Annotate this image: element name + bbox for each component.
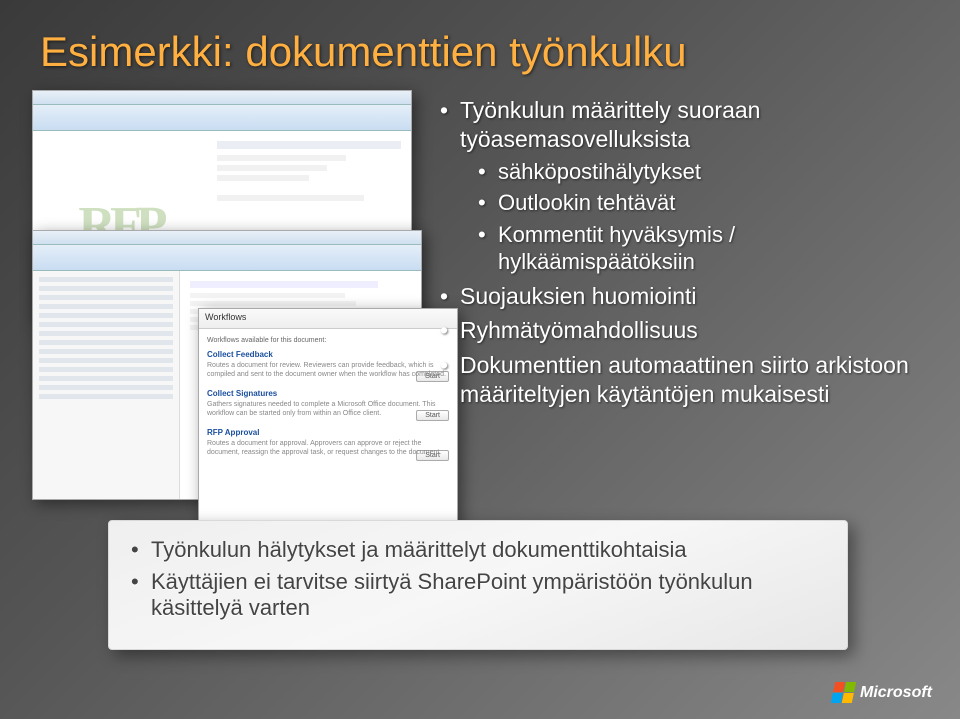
screenshot-stack: RFP	[32, 90, 432, 490]
bullet-1: Työnkulun määrittely suoraan työasemasov…	[440, 96, 920, 276]
wf-collect-signatures-title: Collect Signatures	[207, 389, 449, 398]
microsoft-logo: Microsoft	[833, 682, 932, 703]
callout-bullet-1: Työnkulun hälytykset ja määrittelyt doku…	[131, 537, 825, 563]
screenshot-workflow-dialog: Workflows Workflows available for this d…	[198, 308, 458, 538]
nav-pane	[33, 271, 180, 499]
wf-collect-feedback-desc: Routes a document for review. Reviewers …	[207, 361, 449, 379]
slide-title: Esimerkki: dokumenttien työnkulku	[40, 28, 920, 76]
wf-collect-signatures-desc: Gathers signatures needed to complete a …	[207, 400, 449, 418]
bullet-2: Suojauksien huomiointi	[440, 282, 920, 311]
bullet-1c: Kommentit hyväksymis / hylkäämispäätöksi…	[460, 221, 920, 276]
wf-rfp-approval-title: RFP Approval	[207, 428, 449, 437]
window-titlebar	[33, 91, 411, 105]
window-titlebar-2	[33, 231, 421, 245]
microsoft-flag-icon	[831, 682, 856, 703]
main-bullet-list: Työnkulun määrittely suoraan työasemasov…	[440, 96, 920, 415]
dialog-title: Workflows	[199, 309, 457, 329]
dialog-subtitle: Workflows available for this document:	[207, 337, 449, 344]
slide: Esimerkki: dokumenttien työnkulku RFP	[0, 0, 960, 719]
bullet-1a: sähköpostihälytykset	[460, 158, 920, 186]
bullet-3: Ryhmätyömahdollisuus	[440, 316, 920, 345]
bullet-4: Dokumenttien automaattinen siirto arkist…	[440, 351, 920, 409]
wf-collect-feedback-title: Collect Feedback	[207, 350, 449, 359]
window-ribbon	[33, 105, 411, 131]
microsoft-wordmark: Microsoft	[860, 684, 932, 702]
callout-box: Työnkulun hälytykset ja määrittelyt doku…	[108, 520, 848, 650]
bullet-1b: Outlookin tehtävät	[460, 189, 920, 217]
window-ribbon-2	[33, 245, 421, 271]
wf-rfp-approval-desc: Routes a document for approval. Approver…	[207, 439, 449, 457]
callout-bullet-2: Käyttäjien ei tarvitse siirtyä SharePoin…	[131, 569, 825, 621]
bullet-1-text: Työnkulun määrittely suoraan työasemasov…	[460, 97, 760, 152]
